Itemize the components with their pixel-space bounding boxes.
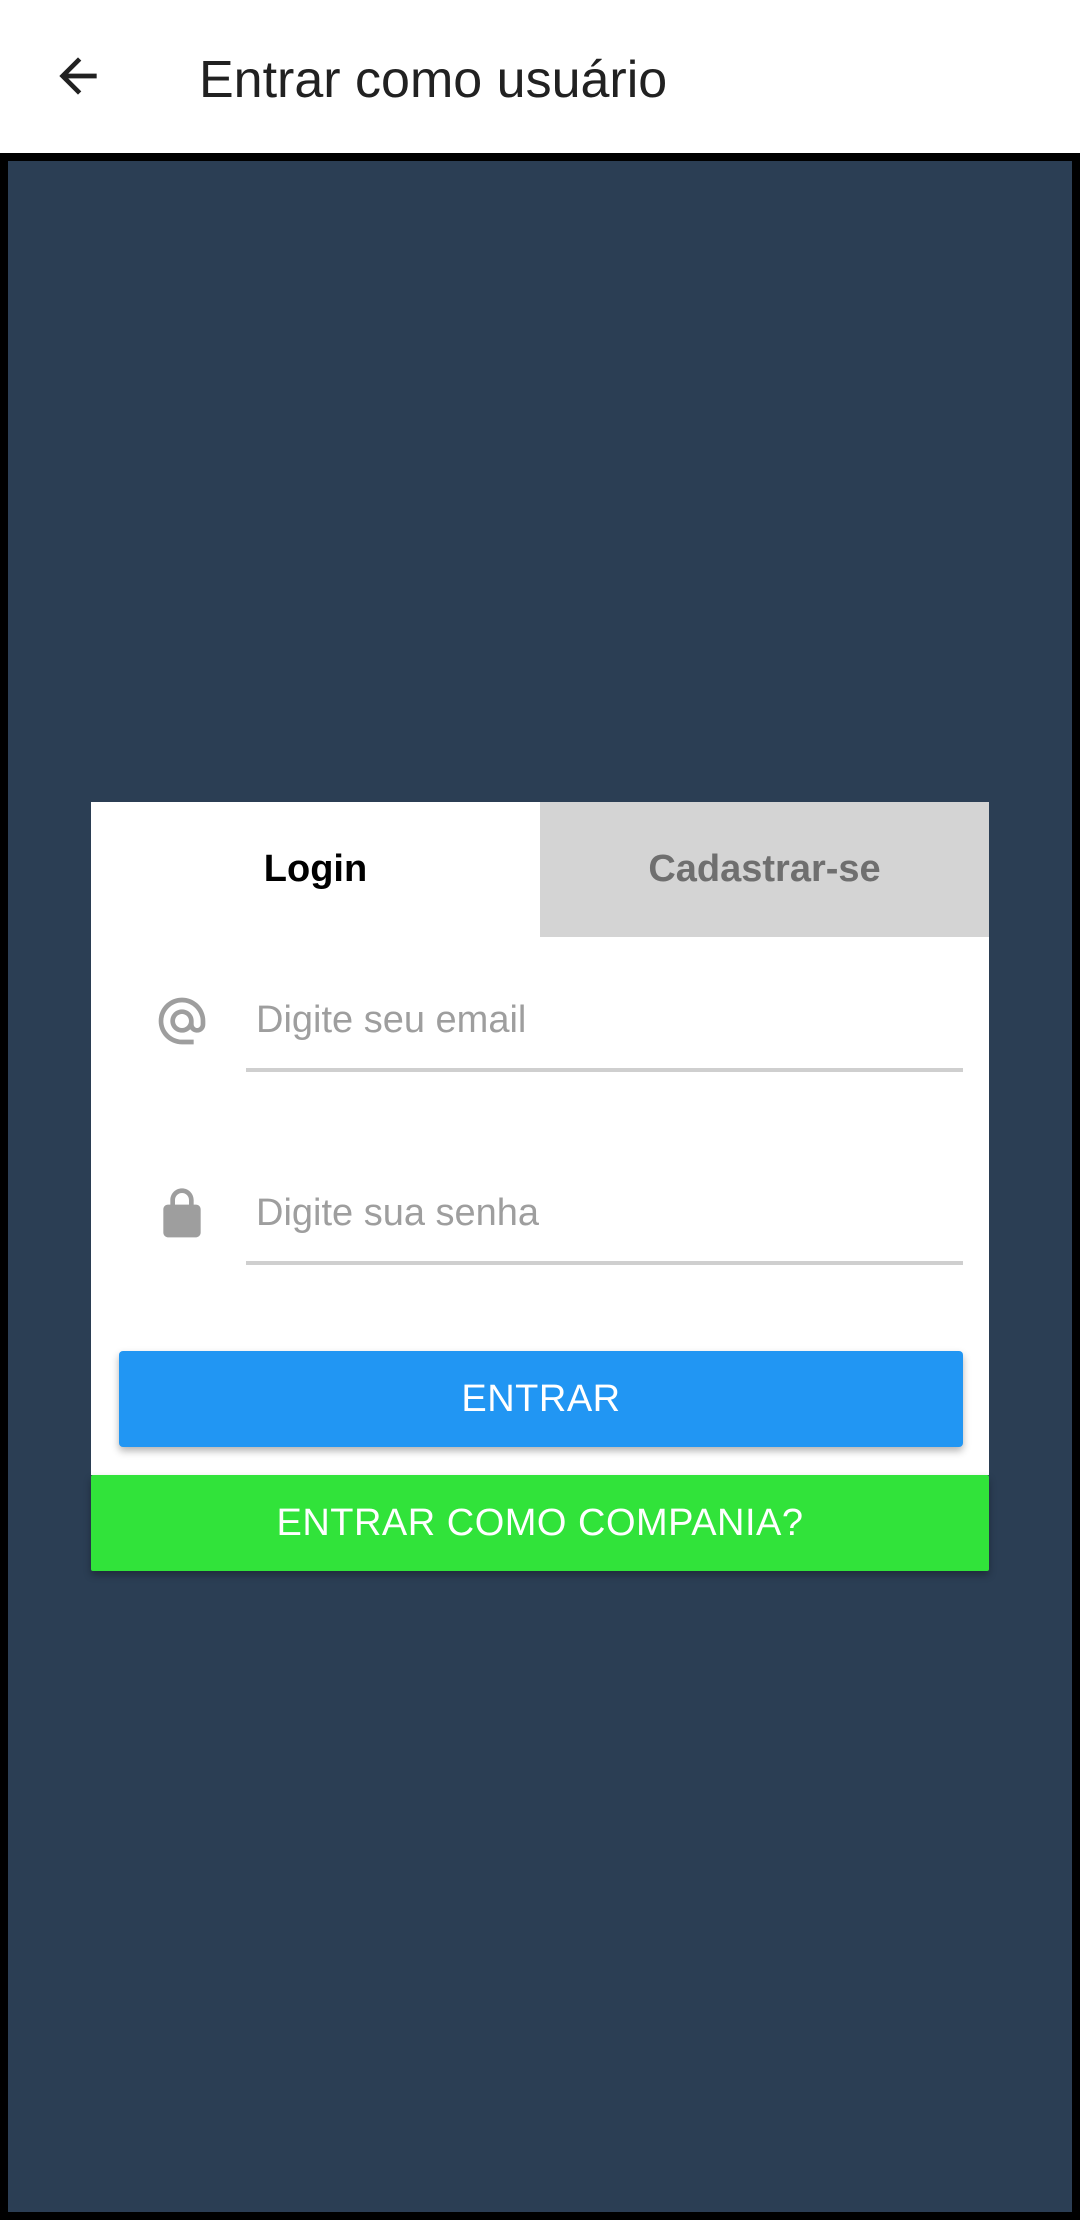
login-button[interactable]: ENTRAR <box>119 1351 963 1447</box>
app-bar: Entrar como usuário <box>0 0 1080 153</box>
page-title: Entrar como usuário <box>199 51 668 109</box>
email-field-row <box>91 962 989 1112</box>
password-input[interactable] <box>246 1165 963 1265</box>
lock-icon <box>151 1183 213 1245</box>
tab-signup[interactable]: Cadastrar-se <box>540 802 989 937</box>
arrow-back-icon <box>59 57 97 95</box>
company-login-button[interactable]: ENTRAR COMO COMPANIA? <box>91 1475 989 1571</box>
password-field-row <box>91 1155 989 1305</box>
auth-tabs: Login Cadastrar-se <box>91 802 989 937</box>
at-sign-icon <box>151 990 213 1052</box>
login-card: Login Cadastrar-se ENTRAR <box>91 802 989 1475</box>
tab-login[interactable]: Login <box>91 802 540 937</box>
email-input[interactable] <box>246 972 963 1072</box>
back-button[interactable] <box>30 28 126 124</box>
